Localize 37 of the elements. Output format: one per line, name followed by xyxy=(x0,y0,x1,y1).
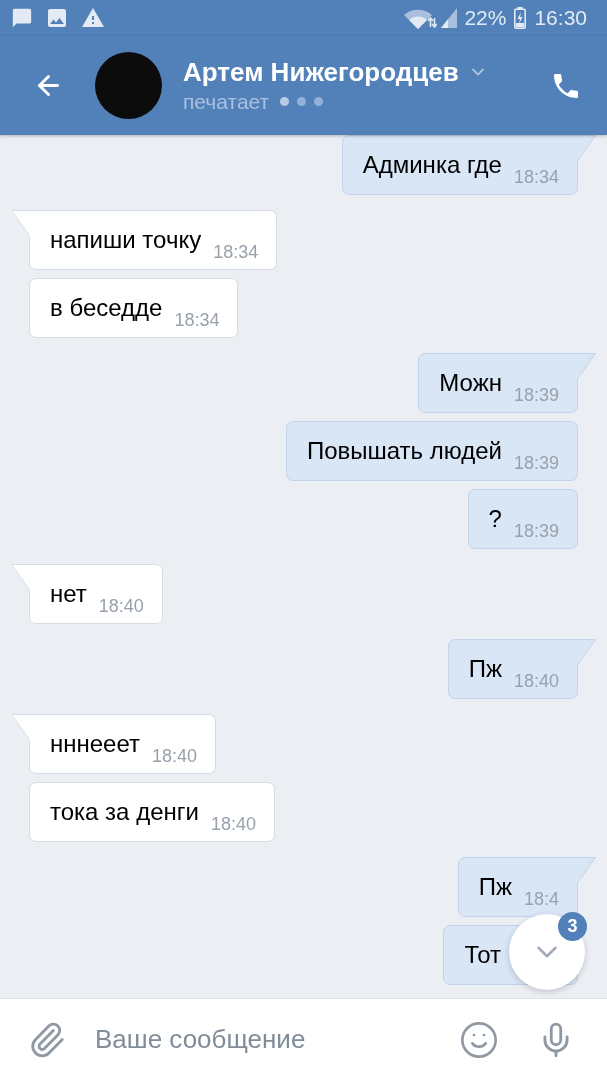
message-time: 18:40 xyxy=(98,596,144,616)
message-time: 18:34 xyxy=(513,167,559,187)
message-time: 18:40 xyxy=(210,814,256,834)
image-icon xyxy=(45,6,69,30)
contact-name: Артем Нижегородцев xyxy=(183,56,459,87)
message-time: 18:34 xyxy=(174,310,220,330)
message-time: 18:40 xyxy=(513,671,559,691)
battery-percent: 22% xyxy=(464,6,507,30)
message-input[interactable]: Ваше сообщение xyxy=(95,1017,459,1062)
wifi-icon xyxy=(403,7,438,29)
message-text: Админка где xyxy=(362,151,502,179)
chat-icon xyxy=(11,7,33,29)
message-time: 18:39 xyxy=(513,521,559,541)
typing-status: печатает xyxy=(183,88,270,115)
battery-icon xyxy=(514,7,527,29)
message-text: напиши точку xyxy=(50,226,202,254)
message-time: 18:39 xyxy=(513,385,559,405)
message-text: нннееет xyxy=(50,730,140,758)
message-text: Пж xyxy=(468,655,502,683)
signal-icon xyxy=(441,8,458,28)
message-text: Тот xyxy=(464,941,501,969)
message-time: 18:39 xyxy=(513,453,559,473)
message-text: ? xyxy=(488,505,502,533)
emoji-icon[interactable] xyxy=(459,1019,499,1060)
message-time: 18:34 xyxy=(213,242,259,262)
warning-icon xyxy=(81,6,105,30)
message-time: 18:4 xyxy=(523,889,559,909)
clock-time: 16:30 xyxy=(534,6,587,30)
message-text: Можн xyxy=(439,369,502,397)
message-time: 18:40 xyxy=(152,746,198,766)
message-text: в беседде xyxy=(50,294,163,322)
message-text: нет xyxy=(50,580,87,608)
message-text: Повышать людей xyxy=(306,437,502,465)
message-composer[interactable]: Ваше сообщение xyxy=(0,998,607,1080)
message-text: тока за денги xyxy=(50,798,199,826)
message-text: Пж xyxy=(478,873,512,901)
paperclip-icon[interactable] xyxy=(28,1020,66,1059)
